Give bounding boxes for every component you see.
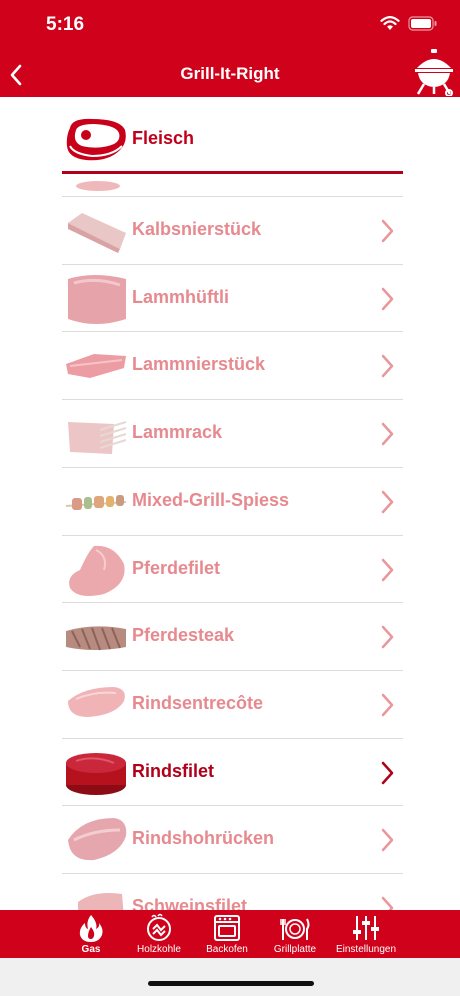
list-item[interactable]: Mixed-Grill-Spiess <box>62 467 403 535</box>
list-item[interactable]: Rindsfilet <box>62 738 403 806</box>
list-item[interactable]: Kalbsnierstück <box>62 196 403 264</box>
list-item[interactable]: Pferdefilet <box>62 535 403 603</box>
chevron-right-icon <box>381 761 394 785</box>
item-label: Rindshohrücken <box>132 828 275 848</box>
wifi-icon <box>380 16 400 30</box>
chevron-right-icon <box>381 354 394 378</box>
item-label: Pferdefilet <box>132 558 221 578</box>
status-time: 5:16 <box>46 14 85 35</box>
home-indicator[interactable] <box>148 981 314 986</box>
item-label: Pferdesteak <box>132 625 235 645</box>
meat-list: Kalbsnierstück Lammhüftli Lammnierstück … <box>62 174 403 910</box>
item-thumbnail <box>68 213 126 253</box>
item-label: Rindsentrecôte <box>132 693 264 713</box>
chevron-right-icon <box>381 422 394 446</box>
sliders-icon <box>353 916 379 940</box>
tab-holzkohle[interactable]: Holzkohle <box>125 910 193 958</box>
item-thumbnail <box>78 893 124 910</box>
chevron-right-icon <box>381 625 394 649</box>
item-thumbnail <box>68 421 127 454</box>
chevron-right-icon <box>381 693 394 717</box>
chevron-right-icon <box>381 558 394 582</box>
tab-label: Gas <box>81 944 101 955</box>
chevron-right-icon <box>381 287 394 311</box>
item-label: Lammhüftli <box>132 287 229 307</box>
item-label: Rindsfilet <box>132 761 215 781</box>
chevron-right-icon <box>381 219 394 243</box>
item-label: Lammnierstück <box>132 354 266 374</box>
item-thumbnail <box>69 545 125 596</box>
item-label: Mixed-Grill-Spiess <box>132 490 290 510</box>
tab-bar: Gas Holzkohle Backofen Grillplatte Einst… <box>0 910 460 958</box>
item-thumbnail <box>66 626 126 651</box>
tab-label: Backofen <box>206 944 248 955</box>
tab-label: Holzkohle <box>137 944 181 955</box>
tab-label: Grillplatte <box>273 944 317 955</box>
chevron-right-icon <box>381 896 394 910</box>
battery-icon <box>408 16 437 31</box>
list-item[interactable]: Pferdesteak <box>62 602 403 670</box>
tab-gas[interactable]: Gas <box>57 910 125 958</box>
list-item[interactable] <box>62 174 403 197</box>
section-title: Fleisch <box>132 128 195 148</box>
home-indicator-area <box>0 958 460 996</box>
list-item[interactable]: Schweinsfilet <box>62 873 403 910</box>
list-item[interactable]: Lammrack <box>62 399 403 467</box>
item-label: Schweinsfilet <box>132 896 248 910</box>
item-thumbnail <box>66 354 126 378</box>
item-label: Kalbsnierstück <box>132 219 262 239</box>
oven-icon <box>214 915 240 941</box>
tab-grillplatte[interactable]: Grillplatte <box>261 910 329 958</box>
list-item[interactable]: Rindsentrecôte <box>62 670 403 738</box>
status-icons <box>380 16 438 31</box>
item-thumbnail <box>68 687 125 717</box>
charcoal-icon <box>147 913 171 941</box>
flame-icon <box>79 915 103 942</box>
item-thumbnail <box>66 753 126 795</box>
tab-label: Einstellungen <box>335 944 397 955</box>
chevron-right-icon <box>381 490 394 514</box>
item-label: Lammrack <box>132 422 223 442</box>
plate-cutlery-icon <box>280 918 310 940</box>
section-header: Fleisch <box>62 110 403 174</box>
kettle-grill-icon <box>415 49 453 97</box>
list-item[interactable]: Rindshohrücken <box>62 805 403 873</box>
chevron-right-icon <box>381 828 394 852</box>
list-item[interactable]: Lammhüftli <box>62 264 403 332</box>
tab-backofen[interactable]: Backofen <box>193 910 261 958</box>
page-title: Grill-It-Right <box>180 64 280 83</box>
top-bar: 5:16 Grill-It-Right <box>0 0 460 97</box>
list-item[interactable]: Lammnierstück <box>62 331 403 399</box>
item-thumbnail <box>65 495 127 510</box>
item-thumbnail <box>68 818 127 861</box>
steak-icon <box>64 116 128 169</box>
tab-einstellungen[interactable]: Einstellungen <box>329 910 403 958</box>
grill-button[interactable] <box>412 48 456 97</box>
item-thumbnail <box>76 181 120 191</box>
item-thumbnail <box>68 275 126 324</box>
